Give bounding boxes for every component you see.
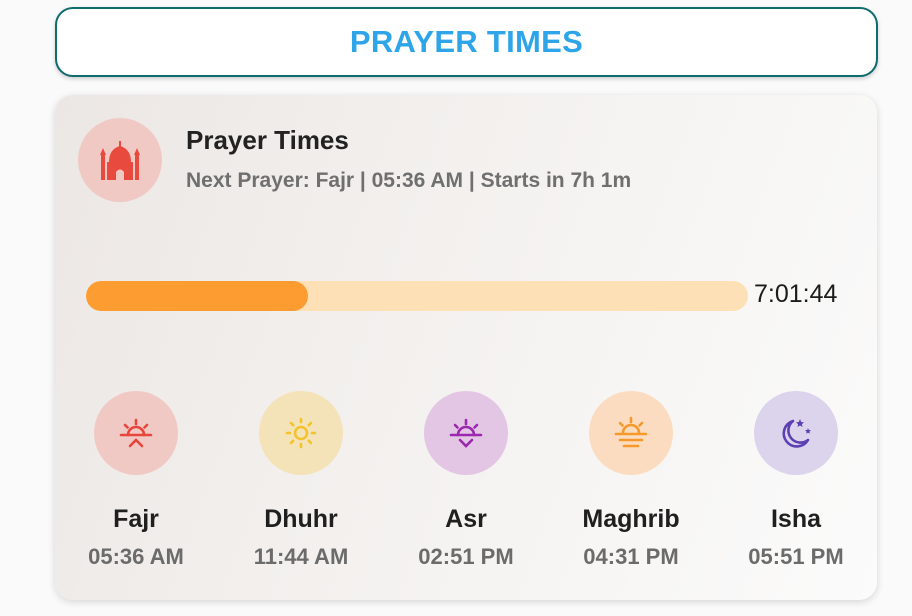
prayer-item-isha: Isha 05:51 PM: [716, 391, 876, 570]
sun-down-icon: [449, 418, 483, 448]
fajr-icon-circle: [94, 391, 178, 475]
sunrise-icon: [119, 418, 153, 448]
header-title: PRAYER TIMES: [349, 24, 584, 59]
prayer-item-maghrib: Maghrib 04:31 PM: [551, 391, 711, 570]
prayer-time: 05:51 PM: [748, 544, 844, 569]
prayer-item-dhuhr: Dhuhr 11:44 AM: [221, 391, 381, 570]
prayer-time: 04:31 PM: [583, 544, 679, 569]
sun-icon: [285, 417, 317, 449]
mosque-icon: [100, 141, 140, 180]
prayer-time: 11:44 AM: [253, 544, 349, 569]
prayer-name: Isha: [770, 505, 822, 533]
asr-icon-circle: [424, 391, 508, 475]
moon-stars-icon: [782, 419, 811, 448]
prayer-time: 02:51 PM: [418, 544, 514, 569]
prayer-name: Asr: [445, 505, 487, 533]
next-prayer-info: Next Prayer: Fajr | 05:36 AM | Starts in…: [186, 169, 632, 192]
progress-bar: [86, 281, 748, 311]
sunset-icon: [614, 416, 648, 448]
prayer-name: Maghrib: [582, 505, 680, 533]
prayer-name: Dhuhr: [264, 505, 338, 533]
prayer-time: 05:36 AM: [88, 544, 184, 569]
countdown-timer: 7:01:44: [754, 280, 838, 308]
prayer-times-card: Prayer Times Next Prayer: Fajr | 05:36 A…: [55, 95, 877, 600]
mosque-icon-circle: [78, 118, 162, 202]
card-title: Prayer Times: [186, 125, 349, 155]
dhuhr-icon-circle: [259, 391, 343, 475]
header-box: PRAYER TIMES: [55, 7, 878, 77]
isha-icon-circle: [754, 391, 838, 475]
progress-fill: [86, 281, 308, 311]
maghrib-icon-circle: [589, 391, 673, 475]
prayer-name: Fajr: [113, 505, 159, 533]
prayer-item-asr: Asr 02:51 PM: [386, 391, 546, 570]
prayer-item-fajr: Fajr 05:36 AM: [56, 391, 216, 570]
